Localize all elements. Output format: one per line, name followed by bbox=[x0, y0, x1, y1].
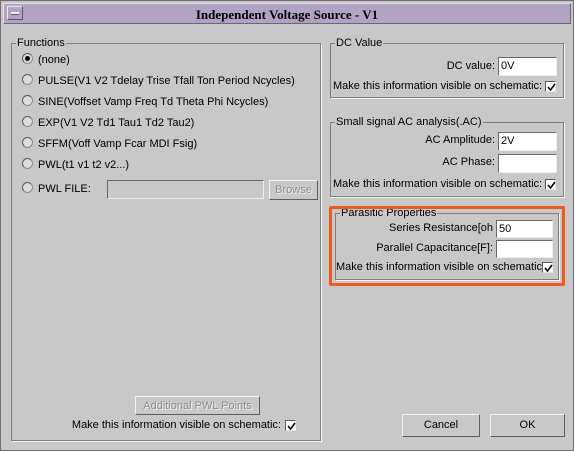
function-option-pulse[interactable]: PULSE(V1 V2 Tdelay Trise Tfall Ton Perio… bbox=[22, 73, 295, 89]
dc-value-group: DC Value DC value: 0V Make this informat… bbox=[330, 36, 564, 98]
function-option-sine[interactable]: SINE(Voffset Vamp Freq Td Theta Phi Ncyc… bbox=[22, 94, 268, 110]
cancel-button[interactable]: Cancel bbox=[402, 414, 480, 437]
function-option-sffm[interactable]: SFFM(Voff Vamp Fcar MDI Fsig) bbox=[22, 136, 197, 152]
radio-icon[interactable] bbox=[22, 116, 33, 127]
checkmark-icon bbox=[547, 181, 556, 190]
browse-button[interactable]: Browse bbox=[269, 180, 318, 200]
functions-visible-checkbox[interactable] bbox=[285, 420, 296, 431]
window-title: Independent Voltage Source - V1 bbox=[195, 7, 379, 22]
checkmark-icon bbox=[287, 422, 296, 431]
ac-phase-label: AC Phase: bbox=[442, 156, 495, 168]
ac-visible-label: Make this information visible on schemat… bbox=[333, 178, 543, 190]
dc-value-input[interactable]: 0V bbox=[498, 57, 557, 76]
title-bar[interactable]: Independent Voltage Source - V1 bbox=[3, 3, 571, 24]
dc-value-label: DC value: bbox=[446, 60, 495, 72]
functions-legend: Functions bbox=[16, 36, 66, 50]
function-option-none[interactable]: (none) bbox=[22, 52, 70, 68]
functions-group: Functions (none) PULSE(V1 V2 Tdelay Tris… bbox=[11, 36, 321, 441]
radio-icon[interactable] bbox=[22, 182, 33, 193]
ac-visible-checkbox[interactable] bbox=[545, 179, 556, 190]
ac-amplitude-label: AC Amplitude: bbox=[425, 134, 495, 146]
function-option-pwl-file[interactable]: PWL FILE: bbox=[22, 181, 91, 197]
dc-visible-label: Make this information visible on schemat… bbox=[333, 80, 543, 92]
ac-analysis-group: Small signal AC analysis(.AC) AC Amplitu… bbox=[330, 115, 564, 197]
dc-legend: DC Value bbox=[335, 36, 384, 50]
checkmark-icon bbox=[547, 83, 556, 92]
highlight-box bbox=[329, 206, 565, 286]
radio-icon[interactable] bbox=[22, 95, 33, 106]
dialog-window: Independent Voltage Source - V1 Function… bbox=[0, 0, 574, 451]
function-option-pwl[interactable]: PWL(t1 v1 t2 v2...) bbox=[22, 157, 129, 173]
function-option-exp[interactable]: EXP(V1 V2 Td1 Tau1 Td2 Tau2) bbox=[22, 115, 194, 131]
ac-phase-input[interactable] bbox=[498, 154, 557, 173]
pwl-file-input[interactable] bbox=[107, 180, 264, 199]
dc-visible-checkbox[interactable] bbox=[545, 81, 556, 92]
functions-visible-label: Make this information visible on schemat… bbox=[71, 419, 281, 431]
radio-icon[interactable] bbox=[22, 74, 33, 85]
ac-amplitude-input[interactable]: 2V bbox=[498, 132, 557, 151]
additional-pwl-points-button[interactable]: Additional PWL Points bbox=[135, 396, 260, 415]
radio-icon[interactable] bbox=[22, 53, 33, 64]
ac-legend: Small signal AC analysis(.AC) bbox=[335, 115, 483, 129]
radio-icon[interactable] bbox=[22, 137, 33, 148]
radio-icon[interactable] bbox=[22, 158, 33, 169]
ok-button[interactable]: OK bbox=[490, 414, 565, 437]
